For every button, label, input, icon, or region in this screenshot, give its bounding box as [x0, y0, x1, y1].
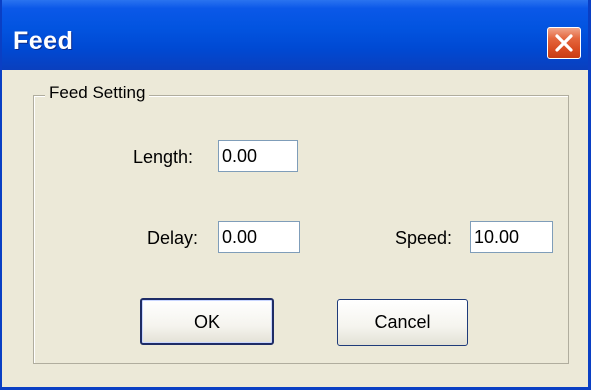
cancel-button[interactable]: Cancel	[337, 299, 468, 346]
title-bar[interactable]: Feed	[2, 0, 588, 70]
ok-button[interactable]: OK	[140, 298, 274, 345]
delay-label: Delay:	[147, 228, 199, 248]
length-label: Length:	[133, 147, 194, 167]
feed-dialog: Feed Feed Setting Length: Delay: Speed: …	[0, 0, 591, 390]
delay-input[interactable]	[218, 221, 300, 253]
feed-setting-label: Feed Setting	[45, 83, 150, 103]
speed-label: Speed:	[395, 228, 453, 248]
close-icon	[555, 34, 573, 52]
window-title: Feed	[13, 27, 74, 55]
close-button[interactable]	[547, 27, 581, 59]
length-input[interactable]	[218, 140, 298, 172]
speed-input[interactable]	[470, 221, 553, 253]
